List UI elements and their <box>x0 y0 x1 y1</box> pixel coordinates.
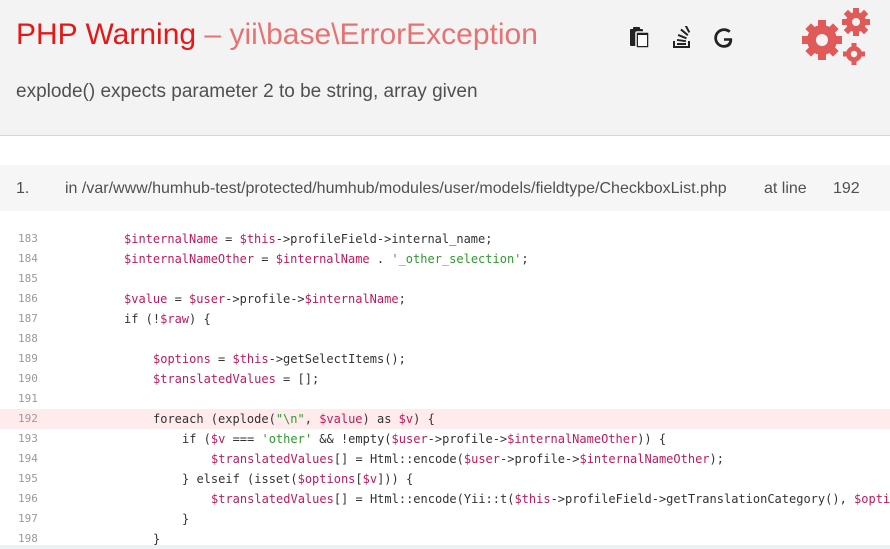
exception-class: yii\base\ErrorException <box>229 18 538 51</box>
code-line: 192 foreach (explode("\n", $value) as $v)… <box>0 409 890 429</box>
call-line-number: 192 <box>833 180 860 197</box>
line-number: 184 <box>18 252 38 265</box>
call-index: 1. <box>16 180 30 197</box>
code-line: 196 $translatedValues[] = Html::encode(Yi… <box>0 489 890 509</box>
line-source: if ($v === 'other' && !empty($user->prof… <box>182 432 667 446</box>
code-line: 186 $value = $user->profile->$internalNam… <box>0 289 890 309</box>
code-line: 185 <box>0 269 890 289</box>
line-source: if (!$raw) { <box>124 312 211 326</box>
call-file-path: in /var/www/humhub-test/protected/humhub… <box>65 180 727 197</box>
error-type: PHP Warning <box>16 18 197 51</box>
line-source: $translatedValues[] = Html::encode($user… <box>211 452 724 466</box>
call-stack-item-header[interactable]: 1. in /var/www/humhub-test/protected/hum… <box>0 165 890 211</box>
line-number: 194 <box>18 452 38 465</box>
code-line: 191 <box>0 389 890 409</box>
line-number: 195 <box>18 472 38 485</box>
line-source: $translatedValues[] = Html::encode(Yii::… <box>211 492 890 506</box>
title-separator: – <box>196 18 230 51</box>
code-line: 183 $internalName = $this->profileField->… <box>0 229 890 249</box>
code-line: 197} <box>0 509 890 529</box>
line-source: foreach (explode("\n", $value) as $v) { <box>153 412 435 426</box>
error-message: explode() expects parameter 2 to be stri… <box>16 81 478 102</box>
code-line: 194 $translatedValues[] = Html::encode($u… <box>0 449 890 469</box>
line-number: 196 <box>18 492 38 505</box>
code-line: 188 <box>0 329 890 349</box>
line-number: 189 <box>18 352 38 365</box>
line-number: 191 <box>18 392 38 405</box>
error-header: PHP Warning – yii\base\ErrorException ex… <box>0 0 890 136</box>
call-stack: 1. in /var/www/humhub-test/protected/hum… <box>0 165 890 211</box>
line-number: 185 <box>18 272 38 285</box>
line-number: 192 <box>18 412 38 425</box>
code-snippet: 183 $internalName = $this->profileField->… <box>0 229 890 549</box>
line-number: 186 <box>18 292 38 305</box>
code-line: 190 $translatedValues = []; <box>0 369 890 389</box>
line-number: 190 <box>18 372 38 385</box>
code-line: 195 } elseif (isset($options[$v])) { <box>0 469 890 489</box>
gears-icon <box>798 6 878 68</box>
line-source: } <box>182 512 190 526</box>
code-line: 187 if (!$raw) { <box>0 309 890 329</box>
code-line: 184 $internalNameOther = $internalName . … <box>0 249 890 269</box>
line-source: $value = $user->profile->$internalName; <box>124 292 406 306</box>
line-source: $internalNameOther = $internalName . '_o… <box>124 252 529 266</box>
bottom-divider <box>0 545 890 549</box>
line-source: } elseif (isset($options[$v])) { <box>182 472 414 486</box>
copy-stacktrace-icon[interactable] <box>628 26 652 50</box>
line-number: 188 <box>18 332 38 345</box>
stackoverflow-icon[interactable] <box>670 26 694 50</box>
line-number: 187 <box>18 312 38 325</box>
line-number: 183 <box>18 232 38 245</box>
code-line: 189 $options = $this->getSelectItems(); <box>0 349 890 369</box>
google-icon[interactable] <box>712 26 736 50</box>
tools-bar <box>628 24 736 52</box>
line-source: $options = $this->getSelectItems(); <box>153 352 406 366</box>
code-line: 193 if ($v === 'other' && !empty($user->p… <box>0 429 890 449</box>
at-line-label: at line <box>764 180 807 197</box>
line-number: 197 <box>18 512 38 525</box>
line-source: $translatedValues = []; <box>153 372 320 386</box>
line-source: $internalName = $this->profileField->int… <box>124 232 493 246</box>
line-number: 193 <box>18 432 38 445</box>
error-title: PHP Warning – yii\base\ErrorException <box>16 17 538 53</box>
